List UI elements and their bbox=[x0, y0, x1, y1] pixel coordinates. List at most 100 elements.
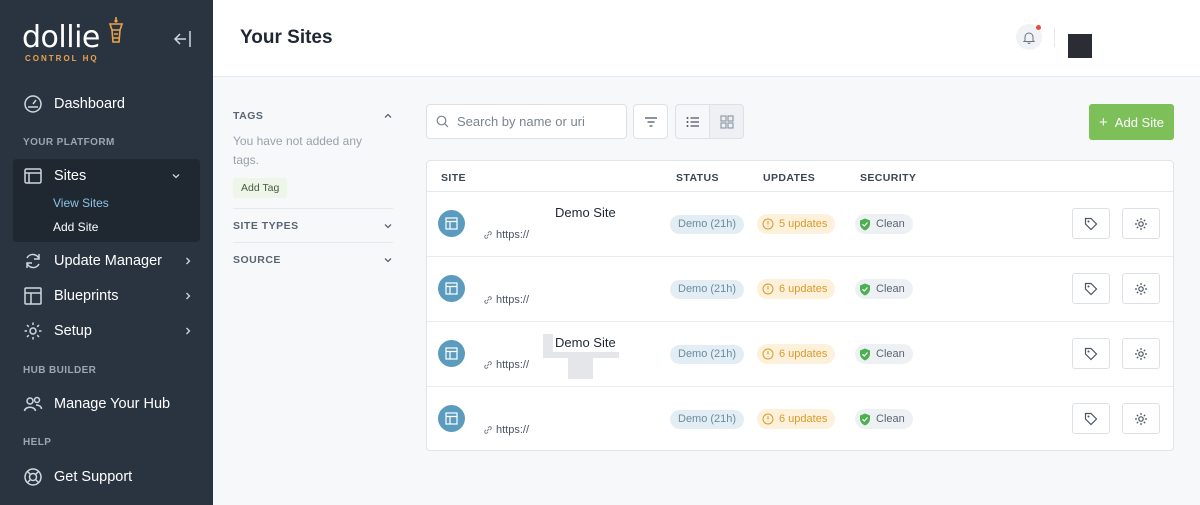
security-status: Clean bbox=[876, 218, 905, 230]
nav-get-support[interactable]: Get Support bbox=[23, 465, 132, 489]
link-icon bbox=[484, 426, 492, 434]
filter-site-types-header[interactable]: SITE TYPES bbox=[233, 220, 393, 232]
site-settings-button[interactable] bbox=[1122, 338, 1160, 369]
list-view-button[interactable] bbox=[675, 104, 710, 139]
tag-site-button[interactable] bbox=[1072, 338, 1110, 369]
site-settings-button[interactable] bbox=[1122, 208, 1160, 239]
site-url[interactable]: https:// bbox=[483, 294, 529, 306]
users-icon bbox=[23, 394, 43, 414]
site-icon bbox=[438, 340, 465, 367]
site-icon bbox=[438, 275, 465, 302]
gear-icon bbox=[1135, 282, 1147, 295]
filter-source-header[interactable]: SOURCE bbox=[233, 254, 393, 266]
status-badge: Demo (21h) bbox=[670, 215, 745, 234]
tag-site-button[interactable] bbox=[1072, 208, 1110, 239]
nav-dashboard-label: Dashboard bbox=[54, 96, 125, 112]
nav-sites[interactable]: Sites bbox=[23, 164, 193, 188]
nav-dashboard[interactable]: Dashboard bbox=[23, 92, 125, 116]
notification-dot bbox=[1036, 25, 1041, 30]
column-security: SECURITY bbox=[860, 172, 917, 184]
security-status: Clean bbox=[876, 283, 905, 295]
column-site: SITE bbox=[441, 172, 466, 184]
tag-icon bbox=[1084, 347, 1098, 360]
site-url[interactable]: https:// bbox=[483, 359, 529, 371]
site-url-text: https:// bbox=[496, 359, 530, 371]
chevron-right-icon bbox=[186, 257, 191, 265]
add-site-label: Add Site bbox=[1114, 114, 1164, 130]
notifications-button[interactable] bbox=[1016, 24, 1042, 50]
filter-icon bbox=[644, 116, 657, 127]
table-row[interactable]: https:// Demo (21h) 6 updates Clean bbox=[427, 257, 1173, 322]
nav-blueprints[interactable]: Blueprints bbox=[23, 284, 193, 308]
updates-badge[interactable]: 6 updates bbox=[757, 279, 836, 299]
add-tag-button[interactable]: Add Tag bbox=[233, 178, 288, 198]
site-icon bbox=[438, 405, 465, 432]
site-settings-button[interactable] bbox=[1122, 273, 1160, 304]
site-name[interactable]: Demo Site bbox=[555, 335, 616, 350]
table-row[interactable]: Demo Site https:// Demo (21h) 5 updates … bbox=[427, 192, 1173, 257]
search-box[interactable] bbox=[426, 104, 627, 139]
tag-icon bbox=[1084, 412, 1098, 425]
filter-source-title: SOURCE bbox=[233, 254, 281, 266]
site-url-text: https:// bbox=[496, 229, 530, 241]
avatar[interactable] bbox=[1068, 34, 1092, 58]
nav-get-support-label: Get Support bbox=[54, 469, 133, 485]
shield-check-icon bbox=[860, 348, 870, 360]
info-icon bbox=[762, 413, 774, 425]
updates-badge[interactable]: 6 updates bbox=[757, 409, 836, 429]
tag-site-button[interactable] bbox=[1072, 403, 1110, 434]
tag-site-button[interactable] bbox=[1072, 273, 1110, 304]
redacted-block bbox=[568, 358, 593, 379]
dashboard-icon bbox=[23, 94, 43, 114]
info-icon bbox=[762, 218, 774, 230]
link-icon bbox=[484, 231, 492, 239]
list-icon bbox=[686, 116, 699, 127]
status-badge: Demo (21h) bbox=[670, 410, 745, 429]
divider bbox=[1054, 27, 1055, 47]
shield-check-icon bbox=[860, 283, 870, 295]
grid-icon bbox=[719, 114, 734, 129]
security-badge: Clean bbox=[855, 214, 913, 234]
search-input[interactable] bbox=[457, 114, 617, 129]
site-url[interactable]: https:// bbox=[483, 424, 529, 436]
gear-icon bbox=[23, 321, 43, 341]
security-status: Clean bbox=[876, 413, 905, 425]
divider bbox=[233, 208, 393, 209]
chevron-down-icon bbox=[384, 224, 392, 229]
bell-icon bbox=[1023, 32, 1035, 44]
security-badge: Clean bbox=[855, 344, 913, 364]
table-row[interactable]: https:// Demo (21h) 6 updates Clean bbox=[427, 387, 1173, 452]
site-url[interactable]: https:// bbox=[483, 229, 529, 241]
lighthouse-icon bbox=[108, 17, 124, 43]
site-url-text: https:// bbox=[496, 294, 530, 306]
site-settings-button[interactable] bbox=[1122, 403, 1160, 434]
nav-setup[interactable]: Setup bbox=[23, 319, 193, 343]
brand-logo[interactable]: dollie CONTROL HQ bbox=[22, 16, 132, 66]
chevron-up-icon bbox=[384, 113, 392, 118]
nav-manage-hub[interactable]: Manage Your Hub bbox=[23, 392, 170, 416]
section-help: HELP bbox=[23, 437, 52, 448]
table-row[interactable]: Demo Site https:// Demo (21h) 6 updates … bbox=[427, 322, 1173, 387]
collapse-sidebar-icon[interactable] bbox=[172, 29, 194, 49]
divider bbox=[233, 242, 393, 243]
section-hub-builder: HUB BUILDER bbox=[23, 365, 97, 376]
grid-view-button[interactable] bbox=[709, 104, 744, 139]
search-icon bbox=[436, 115, 449, 128]
nav-update-manager[interactable]: Update Manager bbox=[23, 249, 193, 273]
filter-button[interactable] bbox=[633, 104, 668, 139]
lifebuoy-icon bbox=[23, 467, 43, 487]
filter-tags-header[interactable]: TAGS bbox=[233, 110, 393, 122]
updates-badge[interactable]: 6 updates bbox=[757, 344, 836, 364]
nav-view-sites[interactable]: View Sites bbox=[53, 196, 109, 210]
redacted-block bbox=[543, 334, 553, 352]
updates-count: 5 updates bbox=[779, 218, 828, 230]
nav-add-site[interactable]: Add Site bbox=[53, 220, 98, 234]
link-icon bbox=[484, 296, 492, 304]
section-your-platform: YOUR PLATFORM bbox=[23, 137, 115, 148]
sidebar: dollie CONTROL HQ Dashboard YOUR PLATFOR… bbox=[0, 0, 213, 505]
nav-setup-label: Setup bbox=[54, 323, 92, 339]
updates-badge[interactable]: 5 updates bbox=[757, 214, 836, 234]
add-site-button[interactable]: + Add Site bbox=[1089, 104, 1174, 140]
nav-blueprints-label: Blueprints bbox=[54, 288, 119, 304]
site-name[interactable]: Demo Site bbox=[555, 205, 616, 220]
